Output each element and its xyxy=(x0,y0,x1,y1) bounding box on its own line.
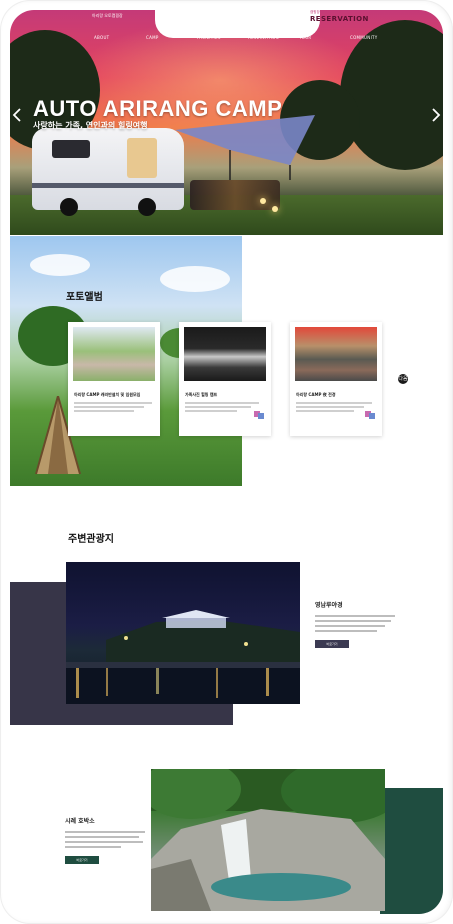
reservation-label: RESERVATION xyxy=(310,15,369,23)
spot-name: 영남루야경 xyxy=(315,602,343,609)
card-title: 아리랑 CAMP 夜 전경 xyxy=(296,392,336,397)
site-logo[interactable]: 아리랑 오토캠핑장 xyxy=(92,13,123,19)
album-card[interactable]: 아리랑 CAMP 캐러반설치 및 임원모임 xyxy=(68,322,160,436)
mobile-screen: 아리랑 오토캠핑장 ABOUT CAMP FACILITIES RESERVAT… xyxy=(10,10,443,914)
nearby-heading: 주변관광지 xyxy=(68,534,114,545)
album-heading: 포토앨범 xyxy=(66,292,103,303)
chevron-left-icon xyxy=(12,108,21,122)
album-card[interactable]: 가족사진 힐링 캠프 xyxy=(179,322,271,436)
phone-frame: 아리랑 오토캠핑장 ABOUT CAMP FACILITIES RESERVAT… xyxy=(0,0,453,924)
spot-more-button[interactable]: 바로가기 xyxy=(315,640,349,648)
reservation-shortcut[interactable]: 캠핑장 예약 바로가기 RESERVATION xyxy=(310,10,370,24)
card-title: 아리랑 CAMP 캐러반설치 및 임원모임 xyxy=(74,392,141,397)
hobakso-waterfall-photo[interactable] xyxy=(151,769,385,911)
spot-more-button[interactable]: 바로가기 xyxy=(65,856,99,864)
yeongnamnu-night-photo[interactable] xyxy=(66,562,300,704)
card-thumbnail xyxy=(184,327,266,381)
caravan xyxy=(32,128,184,216)
hero-title: AUTO ARIRANG CAMP xyxy=(33,96,283,121)
nav-item-community[interactable]: COMMUNITY xyxy=(350,35,378,40)
nav-item-camp[interactable]: CAMP xyxy=(146,35,159,40)
card-thumbnail xyxy=(295,327,377,381)
album-card[interactable]: 아리랑 CAMP 夜 전경 xyxy=(290,322,382,436)
nav-item-about[interactable]: ABOUT xyxy=(94,35,109,40)
campers-group xyxy=(190,180,280,210)
prev-slide-arrow[interactable] xyxy=(12,108,22,122)
lantern xyxy=(260,198,266,204)
spot-info: 영남루야경 바로가기 xyxy=(315,600,405,648)
photo-badge-icon xyxy=(254,411,264,419)
chevron-right-icon xyxy=(432,108,441,122)
lantern xyxy=(272,206,278,212)
spot-accent-block xyxy=(380,788,443,914)
card-thumbnail xyxy=(73,327,155,381)
spot-info: 시례 호박소 바로가기 xyxy=(65,816,151,864)
photo-badge-icon xyxy=(365,411,375,419)
hero-subtitle: 사랑하는 가족, 연인과의 힐링여행 xyxy=(33,121,148,130)
album-next-button[interactable]: 다음 xyxy=(398,374,408,384)
next-slide-arrow[interactable] xyxy=(431,108,441,122)
photo-album-section: 포토앨범 아리랑 CAMP 캐러반설치 및 임원모임 가족사진 힐링 캠프 아리… xyxy=(10,236,443,486)
phone-notch xyxy=(155,10,320,38)
hero-banner: 아리랑 오토캠핑장 ABOUT CAMP FACILITIES RESERVAT… xyxy=(10,10,443,235)
spot-name: 시례 호박소 xyxy=(65,818,95,825)
card-title: 가족사진 힐링 캠프 xyxy=(185,392,218,397)
